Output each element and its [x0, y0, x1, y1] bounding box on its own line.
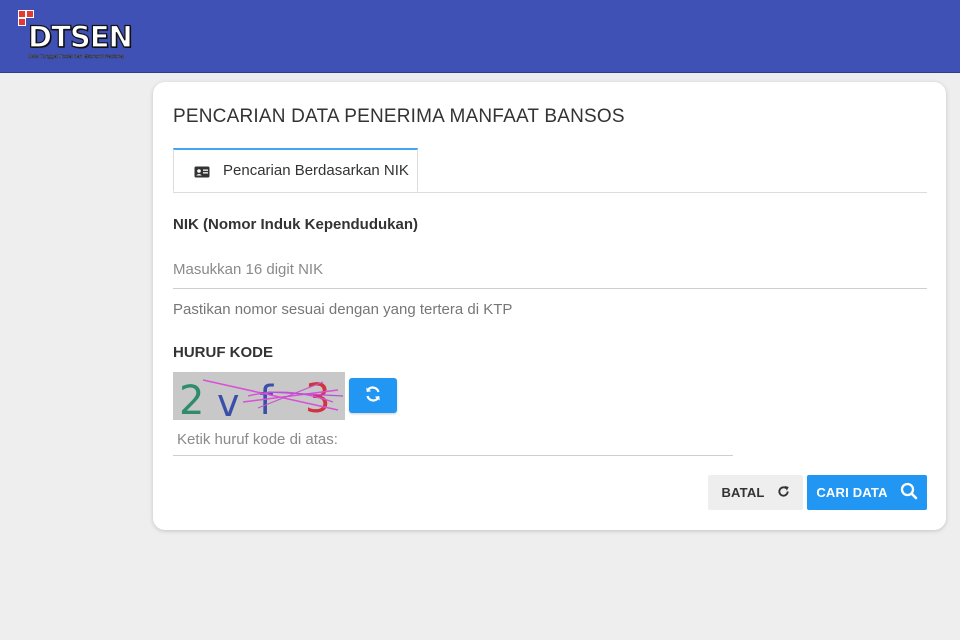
- tab-label: Pencarian Berdasarkan NIK: [223, 162, 409, 179]
- search-icon: [900, 482, 918, 503]
- search-button[interactable]: CARI DATA: [807, 475, 927, 510]
- captcha-image: 2 v f 3: [173, 372, 345, 425]
- captcha-refresh-button[interactable]: [349, 378, 397, 413]
- reload-icon: [777, 485, 790, 501]
- captcha-input[interactable]: [173, 424, 733, 456]
- logo-square: [18, 10, 26, 18]
- refresh-icon: [364, 385, 382, 406]
- captcha-label: HURUF KODE: [173, 344, 273, 361]
- cancel-label: BATAL: [721, 485, 765, 500]
- logo-text: DTSEN: [27, 20, 133, 54]
- nik-hint: Pastikan nomor sesuai dengan yang terter…: [173, 301, 513, 318]
- search-card: PENCARIAN DATA PENERIMA MANFAAT BANSOS P…: [153, 82, 946, 530]
- logo-square: [18, 18, 26, 26]
- tab-bar: Pencarian Berdasarkan NIK: [173, 148, 927, 193]
- top-bar: DTSEN Data Tunggal Sosial dan Ekonomi Na…: [0, 0, 960, 73]
- id-card-icon: [194, 165, 210, 177]
- nik-input[interactable]: [173, 250, 927, 289]
- dtsen-logo[interactable]: DTSEN Data Tunggal Sosial dan Ekonomi Na…: [18, 10, 148, 64]
- cancel-button[interactable]: BATAL: [708, 475, 803, 510]
- logo-subtitle: Data Tunggal Sosial dan Ekonomi Nasional: [28, 54, 125, 60]
- captcha-char: 2: [179, 378, 204, 420]
- tab-nik-search[interactable]: Pencarian Berdasarkan NIK: [173, 148, 418, 192]
- page-title: PENCARIAN DATA PENERIMA MANFAAT BANSOS: [173, 106, 625, 127]
- nik-label: NIK (Nomor Induk Kependudukan): [173, 216, 418, 233]
- logo-square: [26, 10, 34, 18]
- search-label: CARI DATA: [816, 485, 888, 500]
